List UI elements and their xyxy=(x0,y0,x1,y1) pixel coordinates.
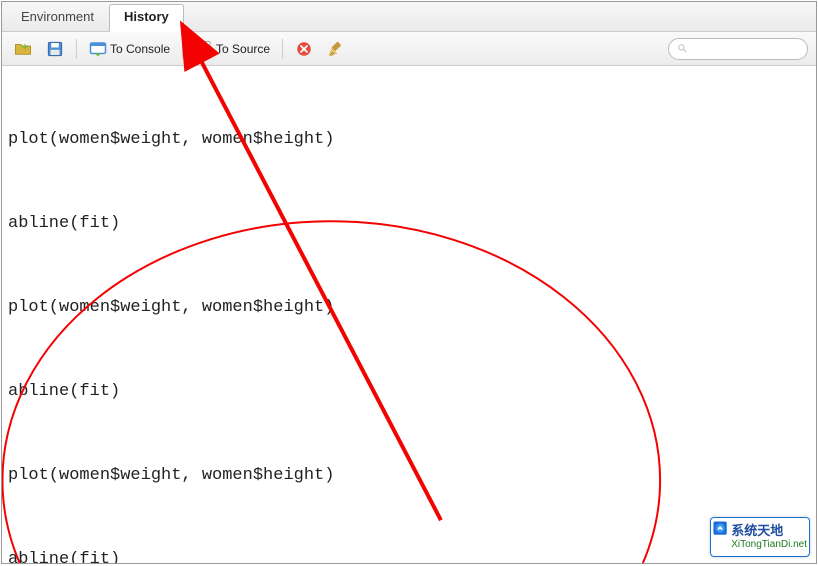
history-line[interactable]: abline(fit) xyxy=(8,546,810,563)
history-line[interactable]: abline(fit) xyxy=(8,210,810,238)
tab-history[interactable]: History xyxy=(109,4,184,32)
history-line[interactable]: plot(women$weight, women$height) xyxy=(8,294,810,322)
history-line[interactable]: abline(fit) xyxy=(8,378,810,406)
search-icon xyxy=(677,43,688,55)
save-disk-icon xyxy=(46,40,64,58)
toolbar-separator xyxy=(182,39,183,59)
open-history-button[interactable] xyxy=(10,37,36,61)
watermark-logo-icon xyxy=(713,521,727,553)
open-folder-icon xyxy=(14,40,32,58)
tab-label: History xyxy=(124,9,169,24)
history-toolbar: To Console To Source xyxy=(2,32,816,66)
save-history-button[interactable] xyxy=(42,37,68,61)
delete-x-icon xyxy=(295,40,313,58)
remove-entry-button[interactable] xyxy=(291,37,317,61)
tab-bar: Environment History xyxy=(2,2,816,32)
to-source-icon xyxy=(195,40,213,58)
watermark-badge: 系统天地 XiTongTianDi.net xyxy=(710,517,810,557)
watermark-title: 系统天地 xyxy=(731,523,807,539)
to-source-label: To Source xyxy=(216,42,270,56)
clear-history-button[interactable] xyxy=(323,37,349,61)
search-input[interactable] xyxy=(692,41,799,57)
history-search-box[interactable] xyxy=(668,38,808,60)
to-source-button[interactable]: To Source xyxy=(191,37,274,61)
tab-label: Environment xyxy=(21,9,94,24)
to-console-label: To Console xyxy=(110,42,170,56)
to-console-icon xyxy=(89,40,107,58)
tab-environment[interactable]: Environment xyxy=(6,4,109,32)
history-line[interactable]: plot(women$weight, women$height) xyxy=(8,462,810,490)
broom-icon xyxy=(327,40,345,58)
to-console-button[interactable]: To Console xyxy=(85,37,174,61)
history-line[interactable]: plot(women$weight, women$height) xyxy=(8,126,810,154)
toolbar-separator xyxy=(76,39,77,59)
watermark-url: XiTongTianDi.net xyxy=(731,539,807,551)
history-content[interactable]: plot(women$weight, women$height) abline(… xyxy=(2,66,816,563)
toolbar-separator xyxy=(282,39,283,59)
